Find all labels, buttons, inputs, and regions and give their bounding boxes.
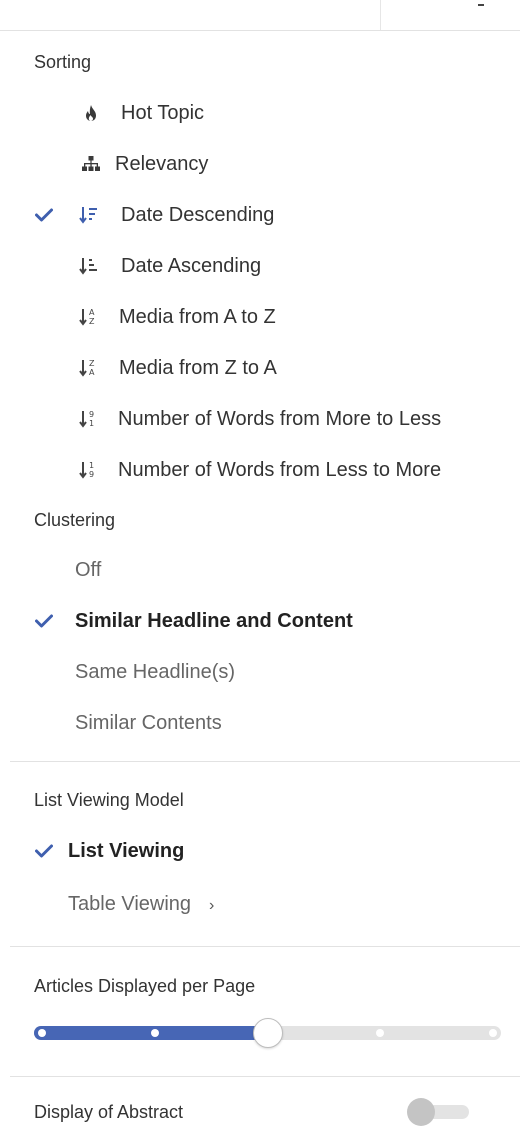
sort-option-date-descending[interactable]: Date Descending <box>0 195 520 235</box>
sort-alpha-asc-icon: AZ <box>78 306 100 328</box>
cluster-option-similar-headline-content[interactable]: Similar Headline and Content <box>0 601 520 641</box>
svg-text:Z: Z <box>89 359 95 368</box>
cluster-option-label: Off <box>75 558 102 581</box>
sort-option-label: Date Descending <box>121 203 275 226</box>
articles-per-page-title: Articles Displayed per Page <box>34 976 256 996</box>
view-option-label: List Viewing <box>68 839 185 862</box>
view-option-list[interactable]: List Viewing <box>0 831 520 871</box>
checkmark-icon <box>34 205 54 225</box>
svg-text:9: 9 <box>89 410 94 419</box>
sort-numeric-desc-icon: 91 <box>78 408 100 430</box>
sort-option-hot-topic[interactable]: Hot Topic <box>0 93 520 133</box>
slider-thumb[interactable] <box>252 1018 283 1048</box>
sort-option-media-z-a[interactable]: ZA Media from Z to A <box>0 348 520 388</box>
articles-per-page-slider[interactable] <box>34 1018 501 1048</box>
toggle-knob <box>407 1098 435 1126</box>
sort-option-words-more-less[interactable]: 91 Number of Words from More to Less <box>0 399 520 439</box>
view-option-label: Table Viewing <box>68 892 192 915</box>
sort-option-label: Hot Topic <box>121 101 205 124</box>
sort-option-label: Media from A to Z <box>119 305 276 328</box>
divider <box>10 761 520 762</box>
sort-option-label: Date Ascending <box>121 254 262 277</box>
top-strip <box>0 0 520 31</box>
cluster-option-label: Similar Headline and Content <box>75 609 353 632</box>
sort-date-ascending-icon <box>78 255 100 277</box>
clustering-title: Clustering <box>34 510 116 530</box>
view-option-table-text: Table Viewing › <box>68 893 214 916</box>
hierarchy-icon <box>80 153 102 175</box>
cluster-option-same-headline[interactable]: Same Headline(s) <box>0 652 520 692</box>
sort-option-label: Number of Words from More to Less <box>118 407 442 430</box>
display-abstract-title: Display of Abstract <box>34 1102 184 1122</box>
view-option-table[interactable]: Table Viewing › <box>0 884 520 924</box>
svg-text:1: 1 <box>89 419 94 428</box>
sort-option-label: Media from Z to A <box>119 356 277 379</box>
divider <box>10 1076 520 1077</box>
cluster-option-label: Similar Contents <box>75 711 222 734</box>
display-abstract-toggle[interactable] <box>407 1098 469 1126</box>
checkmark-icon <box>34 841 54 861</box>
svg-text:Z: Z <box>89 317 95 326</box>
sort-option-words-less-more[interactable]: 19 Number of Words from Less to More <box>0 450 520 490</box>
sort-option-date-ascending[interactable]: Date Ascending <box>0 246 520 286</box>
sort-option-label: Relevancy <box>115 152 209 175</box>
chevron-right-icon: › <box>209 896 215 914</box>
slider-step-dot[interactable] <box>489 1029 497 1037</box>
sort-alpha-desc-icon: ZA <box>78 357 100 379</box>
cluster-option-similar-contents[interactable]: Similar Contents <box>0 703 520 743</box>
cluster-option-label: Same Headline(s) <box>75 660 236 683</box>
flame-icon <box>80 102 102 124</box>
divider <box>10 946 520 947</box>
sort-option-label: Number of Words from Less to More <box>118 458 442 481</box>
sort-numeric-asc-icon: 19 <box>78 459 100 481</box>
sort-date-descending-icon <box>78 204 100 226</box>
minus-icon[interactable] <box>478 4 484 6</box>
top-divider <box>380 0 381 30</box>
svg-text:A: A <box>89 368 95 377</box>
svg-text:9: 9 <box>89 470 94 479</box>
sorting-title: Sorting <box>34 52 92 72</box>
checkmark-icon <box>34 611 54 631</box>
slider-step-dot[interactable] <box>150 1029 159 1037</box>
sort-option-relevancy[interactable]: Relevancy <box>0 144 520 184</box>
slider-step-dot[interactable] <box>38 1029 46 1037</box>
list-viewing-model-title: List Viewing Model <box>34 790 184 810</box>
cluster-option-off[interactable]: Off <box>0 550 520 590</box>
svg-text:1: 1 <box>89 461 94 470</box>
sort-option-media-a-z[interactable]: AZ Media from A to Z <box>0 297 520 337</box>
svg-text:A: A <box>89 308 95 317</box>
